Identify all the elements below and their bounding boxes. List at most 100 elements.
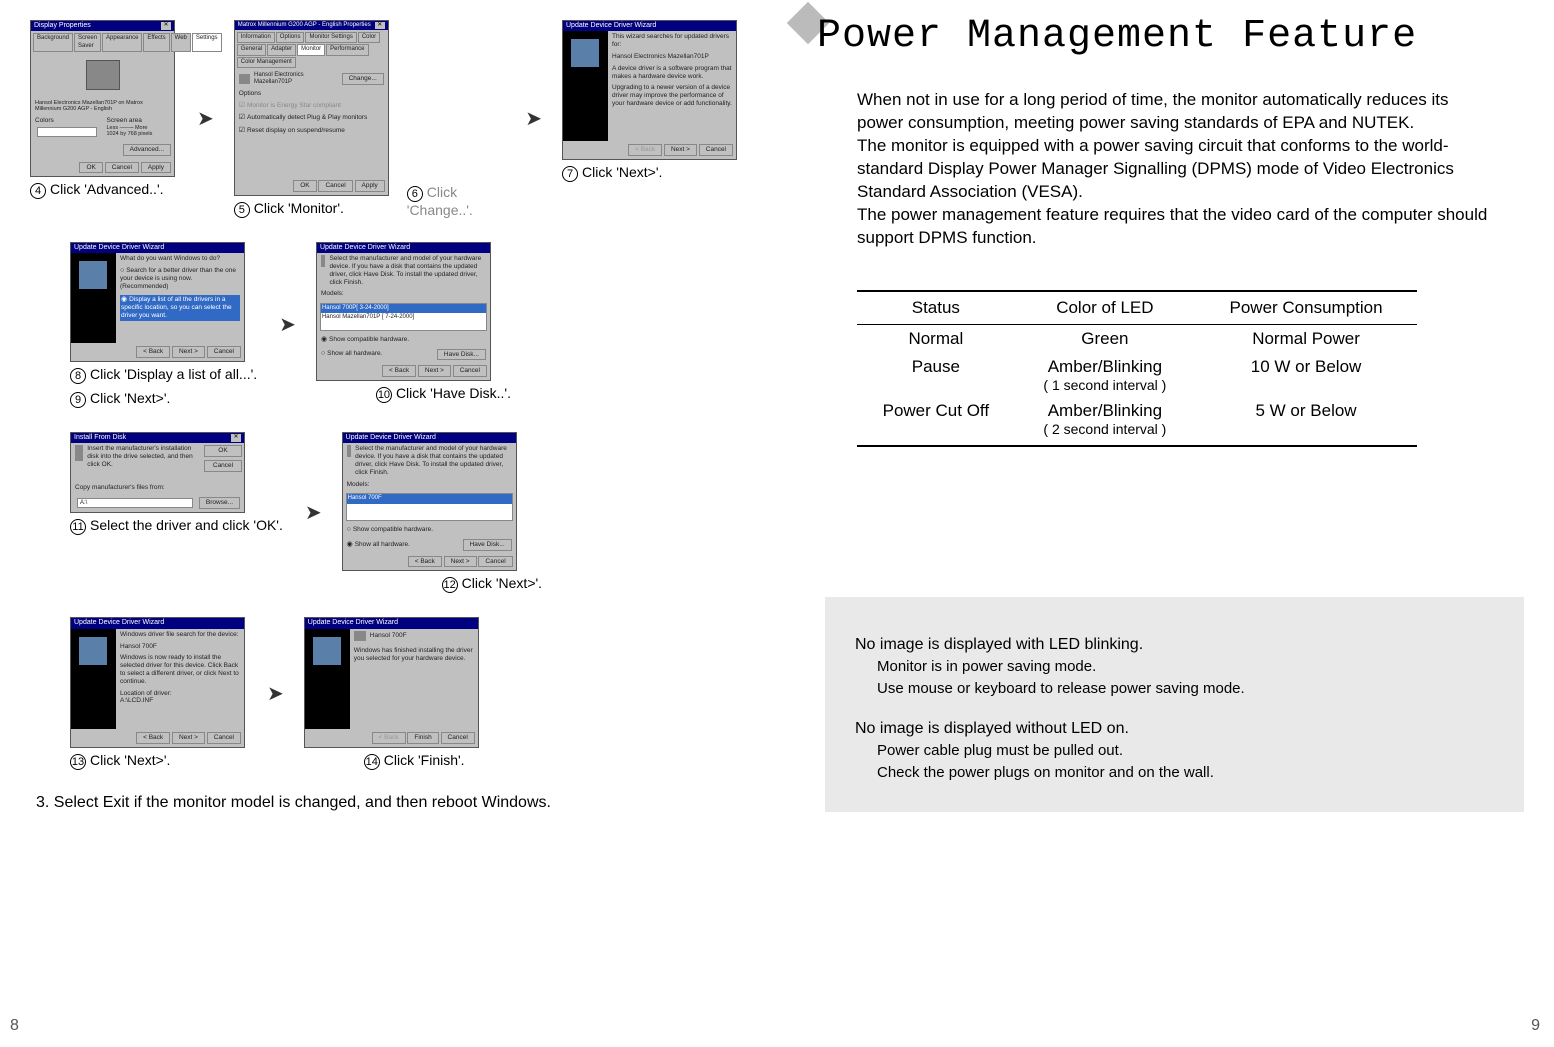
tab-color[interactable]: Color (358, 32, 380, 43)
tab-effects[interactable]: Effects (143, 33, 169, 51)
next-button[interactable]: Next > (444, 556, 477, 568)
computer-icon (313, 637, 341, 665)
ok-button[interactable]: OK (79, 162, 102, 174)
arrow-icon: ➤ (305, 500, 320, 525)
ok-button[interactable]: OK (293, 180, 316, 192)
arrow-icon: ➤ (279, 312, 294, 337)
wiz-line4: Upgrading to a newer version of a device… (612, 84, 732, 107)
next-button[interactable]: Next > (418, 365, 451, 377)
cancel-button[interactable]: Cancel (204, 460, 242, 472)
tab-monitor[interactable]: Monitor (297, 44, 325, 55)
back-button[interactable]: < Back (408, 556, 442, 568)
tab-background[interactable]: Background (33, 33, 73, 51)
back-button[interactable]: < Back (628, 144, 662, 156)
td-pc-2: 5 W or Below (1195, 397, 1417, 446)
step3-text: 3. Select Exit if the monitor model is c… (36, 794, 737, 812)
cancel-button[interactable]: Cancel (453, 365, 487, 377)
dlg14-title: Update Device Driver Wizard (308, 619, 398, 627)
have-disk-button[interactable]: Have Disk... (463, 539, 512, 551)
tab-appearance[interactable]: Appearance (102, 33, 142, 51)
dlg11-title: Install From Disk (74, 434, 126, 442)
loc-label: Location of driver: (120, 690, 240, 698)
model-selected[interactable]: Hansol 700F (347, 494, 512, 503)
tab-color-mgmt[interactable]: Color Management (237, 57, 296, 68)
opt-list[interactable]: Display a list of all the drivers in a s… (120, 295, 240, 321)
change-button[interactable]: Change... (342, 73, 384, 85)
colors-label: Colors (35, 117, 99, 125)
apply-button[interactable]: Apply (141, 162, 171, 174)
back-button[interactable]: < Back (382, 365, 416, 377)
model-item[interactable]: Hansol Mazellan701P [ 7-24-2000] (321, 313, 486, 322)
adapter-properties-dialog: Matrox Millennium G200 AGP - English Pro… (234, 20, 389, 196)
pm-body: When not in use for a long period of tim… (817, 89, 1504, 250)
pm-para2: The monitor is equipped with a power sav… (857, 136, 1454, 201)
ok-button[interactable]: OK (204, 445, 242, 457)
wiz-line: Windows has finished installing the driv… (354, 647, 474, 663)
opt-reset[interactable]: Reset display on suspend/resume (235, 125, 388, 137)
close-icon[interactable]: ✕ (231, 434, 241, 442)
tab-performance[interactable]: Performance (326, 44, 368, 55)
back-button[interactable]: < Back (136, 346, 170, 358)
back-button[interactable]: < Back (372, 732, 406, 744)
tab-info[interactable]: Information (237, 32, 275, 43)
tab-monitor-settings[interactable]: Monitor Settings (305, 32, 356, 43)
loc-value: A:\LCD.INF (120, 697, 240, 705)
wizard-side-graphic (71, 253, 116, 343)
apply-button[interactable]: Apply (355, 180, 385, 192)
opt-pnp[interactable]: Automatically detect Plug & Play monitor… (235, 112, 388, 124)
arrow-icon: ➤ (525, 106, 540, 131)
computer-icon (79, 637, 107, 665)
wiz-device: Hansol 700F (370, 632, 407, 640)
cancel-button[interactable]: Cancel (699, 144, 733, 156)
dlg8-title: Update Device Driver Wizard (74, 244, 164, 252)
tab-web[interactable]: Web (171, 33, 191, 51)
cancel-button[interactable]: Cancel (318, 180, 352, 192)
td-status-0: Normal (857, 324, 1015, 353)
close-icon[interactable]: ✕ (161, 22, 171, 30)
model-selected[interactable]: Hansol 700P[ 3-24-2000] (321, 304, 486, 313)
th-status: Status (857, 291, 1015, 325)
tab-screensaver[interactable]: Screen Saver (74, 33, 101, 51)
tb-s1b: Use mouse or keyboard to release power s… (855, 678, 1494, 700)
cancel-button[interactable]: Cancel (441, 732, 475, 744)
close-icon[interactable]: ✕ (375, 22, 385, 29)
next-button[interactable]: Next > (172, 346, 205, 358)
page-right: Power Management Feature When not in use… (777, 0, 1554, 1047)
colors-select[interactable] (37, 127, 97, 137)
dlg5-title: Matrox Millennium G200 AGP - English Pro… (238, 22, 371, 29)
cancel-button[interactable]: Cancel (207, 732, 241, 744)
cancel-button[interactable]: Cancel (478, 556, 512, 568)
led-sub: ( 1 second interval ) (1019, 377, 1191, 393)
led-text: Amber/Blinking (1048, 401, 1162, 420)
path-field[interactable]: A:\ (77, 498, 193, 508)
cancel-button[interactable]: Cancel (207, 346, 241, 358)
cancel-button[interactable]: Cancel (105, 162, 139, 174)
page-number-right: 9 (1531, 1017, 1540, 1035)
tab-options[interactable]: Options (276, 32, 305, 43)
opt-search[interactable]: Search for a better driver than the one … (120, 267, 240, 291)
advanced-button[interactable]: Advanced... (123, 144, 171, 156)
td-led-2: Amber/Blinking( 2 second interval ) (1015, 397, 1195, 446)
pm-para1: When not in use for a long period of tim… (857, 90, 1449, 132)
show-all[interactable]: Show all hardware. (347, 541, 410, 549)
tab-adapter[interactable]: Adapter (267, 44, 296, 55)
computer-icon (571, 39, 599, 67)
have-disk-button[interactable]: Have Disk... (437, 349, 486, 361)
back-button[interactable]: < Back (136, 732, 170, 744)
opt-energystar[interactable]: Monitor is Energy Star compliant (235, 100, 388, 112)
tab-general[interactable]: General (237, 44, 266, 55)
step4-col: Display Properties✕ Background Screen Sa… (30, 20, 175, 199)
step5-caption: Click 'Monitor'. (254, 200, 344, 216)
finish-button[interactable]: Finish (407, 732, 438, 744)
wizard-side-graphic (71, 629, 116, 729)
models-label: Models: (317, 288, 490, 300)
show-compatible[interactable]: Show compatible hardware. (317, 334, 490, 346)
monitor-icon (239, 74, 250, 84)
tab-settings[interactable]: Settings (192, 33, 222, 51)
browse-button[interactable]: Browse... (199, 497, 240, 509)
next-button[interactable]: Next > (664, 144, 697, 156)
show-compatible[interactable]: Show compatible hardware. (343, 524, 516, 536)
show-all[interactable]: Show all hardware. (321, 350, 382, 358)
monitor-icon (354, 631, 366, 641)
next-button[interactable]: Next > (172, 732, 205, 744)
